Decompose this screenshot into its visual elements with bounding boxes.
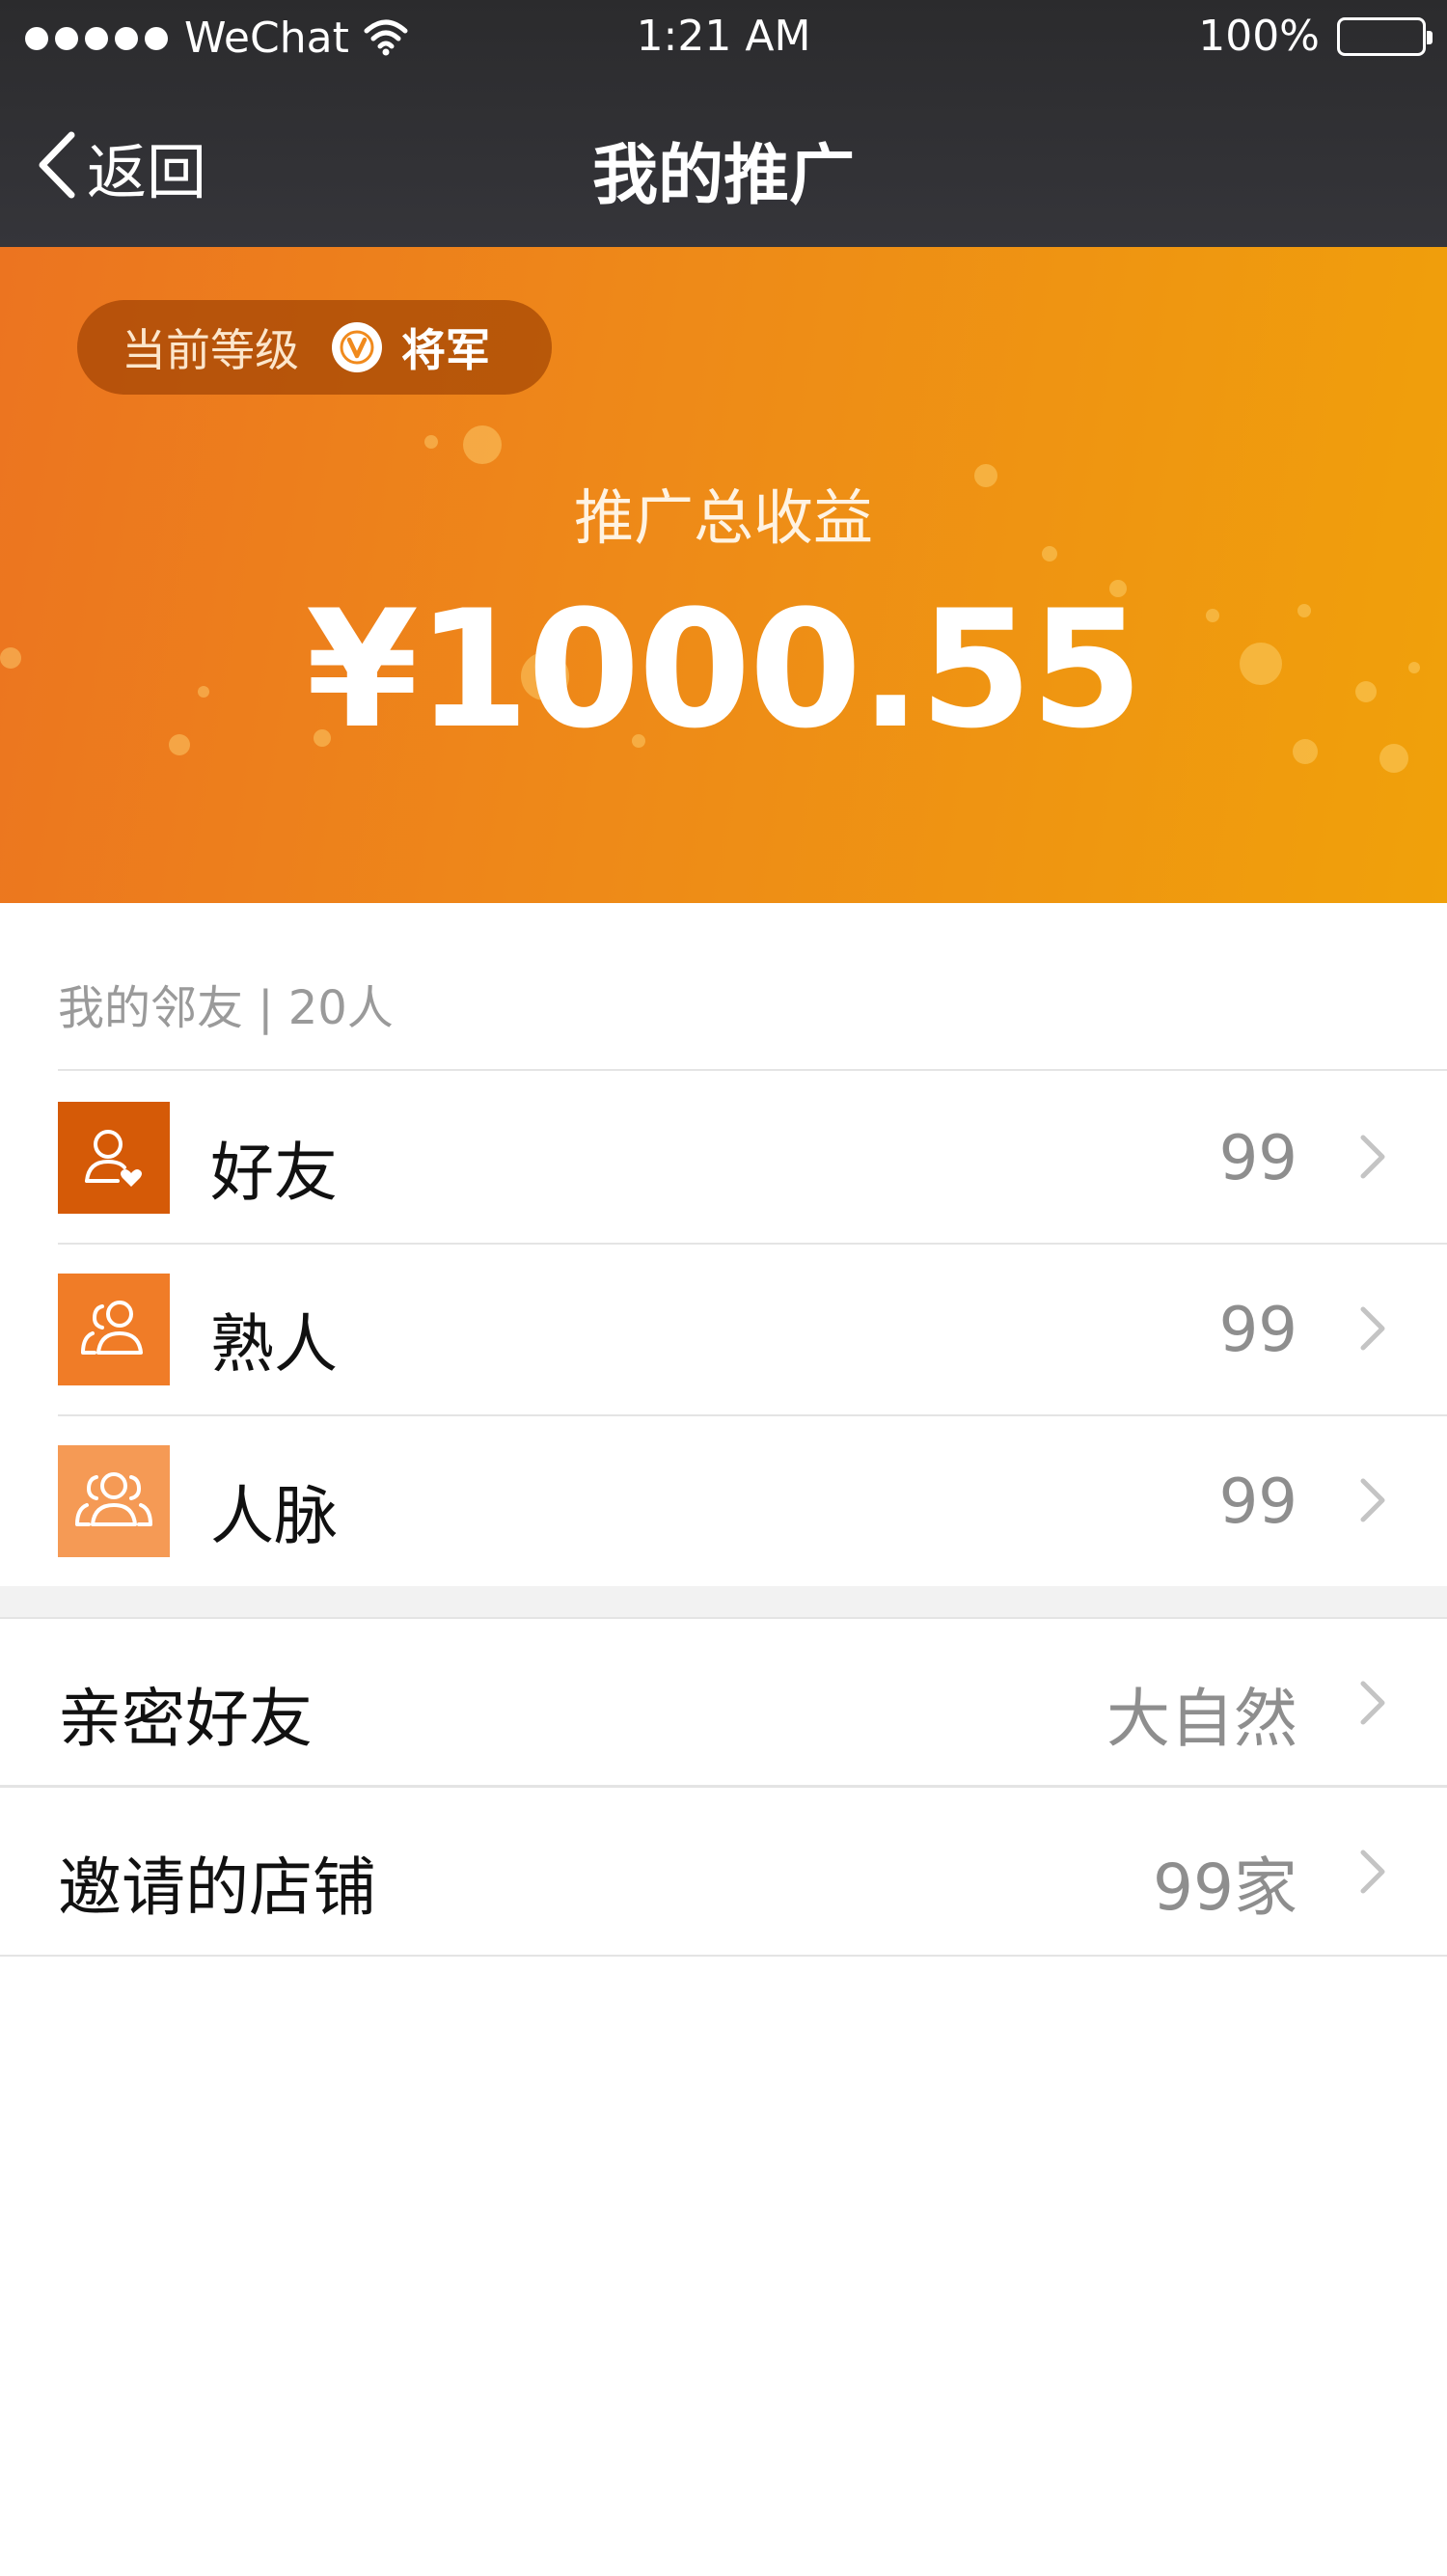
chevron-right-icon xyxy=(1358,1133,1387,1185)
list-item-count: 99 xyxy=(1218,1295,1297,1366)
list-item-count: 99 xyxy=(1218,1123,1297,1194)
navigation-bar: 返回 我的推广 xyxy=(0,81,1447,247)
list-item-renmai[interactable]: 人脉 99 xyxy=(0,1416,1447,1586)
list-item-shuren[interactable]: 熟人 99 xyxy=(0,1245,1447,1414)
list-item-value: 99家 xyxy=(1153,1850,1297,1925)
friends-section-header: 我的邻友 | 20人 xyxy=(58,981,394,1035)
decorative-bubble xyxy=(424,435,438,449)
chevron-right-icon xyxy=(1358,1848,1387,1900)
list-item-haoyou[interactable]: 好友 99 xyxy=(0,1073,1447,1243)
earnings-banner: 当前等级 将军 推广总收益 ¥1000.55 xyxy=(0,247,1447,903)
decorative-bubble xyxy=(463,425,502,464)
vip-v-icon xyxy=(332,322,382,372)
page-title: 我的推广 xyxy=(591,138,855,214)
three-users-icon xyxy=(58,1445,170,1557)
chevron-right-icon xyxy=(1358,1304,1387,1357)
list-item-close-friends[interactable]: 亲密好友 大自然 xyxy=(0,1619,1447,1787)
level-badge: 当前等级 将军 xyxy=(77,300,552,395)
earnings-amount: ¥1000.55 xyxy=(305,575,1143,764)
list-item-label: 人脉 xyxy=(210,1479,338,1553)
level-label: 当前等级 xyxy=(122,324,299,376)
list-item-label: 熟人 xyxy=(210,1307,338,1382)
chevron-right-icon xyxy=(1358,1679,1387,1731)
chevron-right-icon xyxy=(1358,1476,1387,1528)
top-bar: WeChat 1:21 AM 100% 返回 我的推广 xyxy=(0,0,1447,247)
level-value: 将军 xyxy=(401,324,490,376)
divider xyxy=(58,1069,1447,1071)
divider xyxy=(0,1955,1447,1957)
list-item-invited-stores[interactable]: 邀请的店铺 99家 xyxy=(0,1788,1447,1956)
earnings-label: 推广总收益 xyxy=(573,482,873,553)
list-item-count: 99 xyxy=(1218,1466,1297,1538)
battery-icon xyxy=(1337,16,1433,56)
user-heart-icon xyxy=(58,1102,170,1214)
battery-status: 100% xyxy=(1198,12,1433,61)
list-item-label: 好友 xyxy=(210,1136,338,1210)
battery-percent: 100% xyxy=(1198,12,1320,61)
list-item-label: 亲密好友 xyxy=(58,1682,313,1756)
two-users-icon xyxy=(58,1274,170,1385)
section-gap xyxy=(0,1586,1447,1619)
list-item-label: 邀请的店铺 xyxy=(58,1850,376,1925)
list-item-value: 大自然 xyxy=(1106,1682,1297,1756)
status-bar: WeChat 1:21 AM 100% xyxy=(0,0,1447,81)
